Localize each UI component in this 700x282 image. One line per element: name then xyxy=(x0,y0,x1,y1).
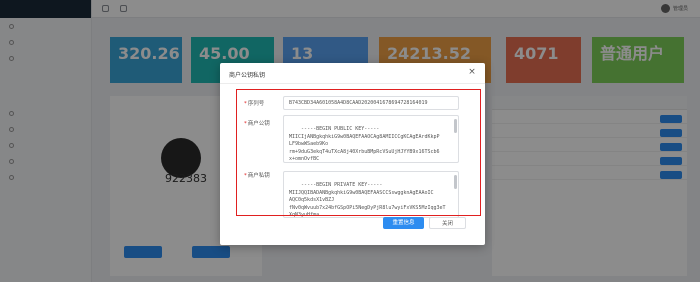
private-key-text: -----BEGIN PRIVATE KEY----- MIIJQQIBADAN… xyxy=(289,182,446,218)
divider xyxy=(220,83,485,84)
private-key-label: *商户私钥 xyxy=(244,173,270,179)
serial-label: *序列号 xyxy=(244,101,265,107)
dialog-title: 商户公钥私钥 xyxy=(229,72,266,79)
close-button[interactable]: 关闭 xyxy=(429,217,466,229)
serial-field[interactable]: B743CBD34A601058A4D8CAAD2020041678694728… xyxy=(283,96,459,110)
reset-button[interactable]: 重置信息 xyxy=(383,217,424,229)
key-dialog: 商户公钥私钥 × *序列号 B743CBD34A601058A4D8CAAD20… xyxy=(220,63,485,245)
private-key-textarea[interactable]: -----BEGIN PRIVATE KEY----- MIIJQQIBADAN… xyxy=(283,171,459,218)
public-key-textarea[interactable]: -----BEGIN PUBLIC KEY----- MIICIjANBgkqh… xyxy=(283,115,459,163)
public-key-text: -----BEGIN PUBLIC KEY----- MIICIjANBgkqh… xyxy=(289,126,440,163)
scrollbar[interactable] xyxy=(454,119,457,133)
close-icon[interactable]: × xyxy=(467,67,477,77)
scrollbar[interactable] xyxy=(454,175,457,189)
public-key-label: *商户公钥 xyxy=(244,121,270,127)
